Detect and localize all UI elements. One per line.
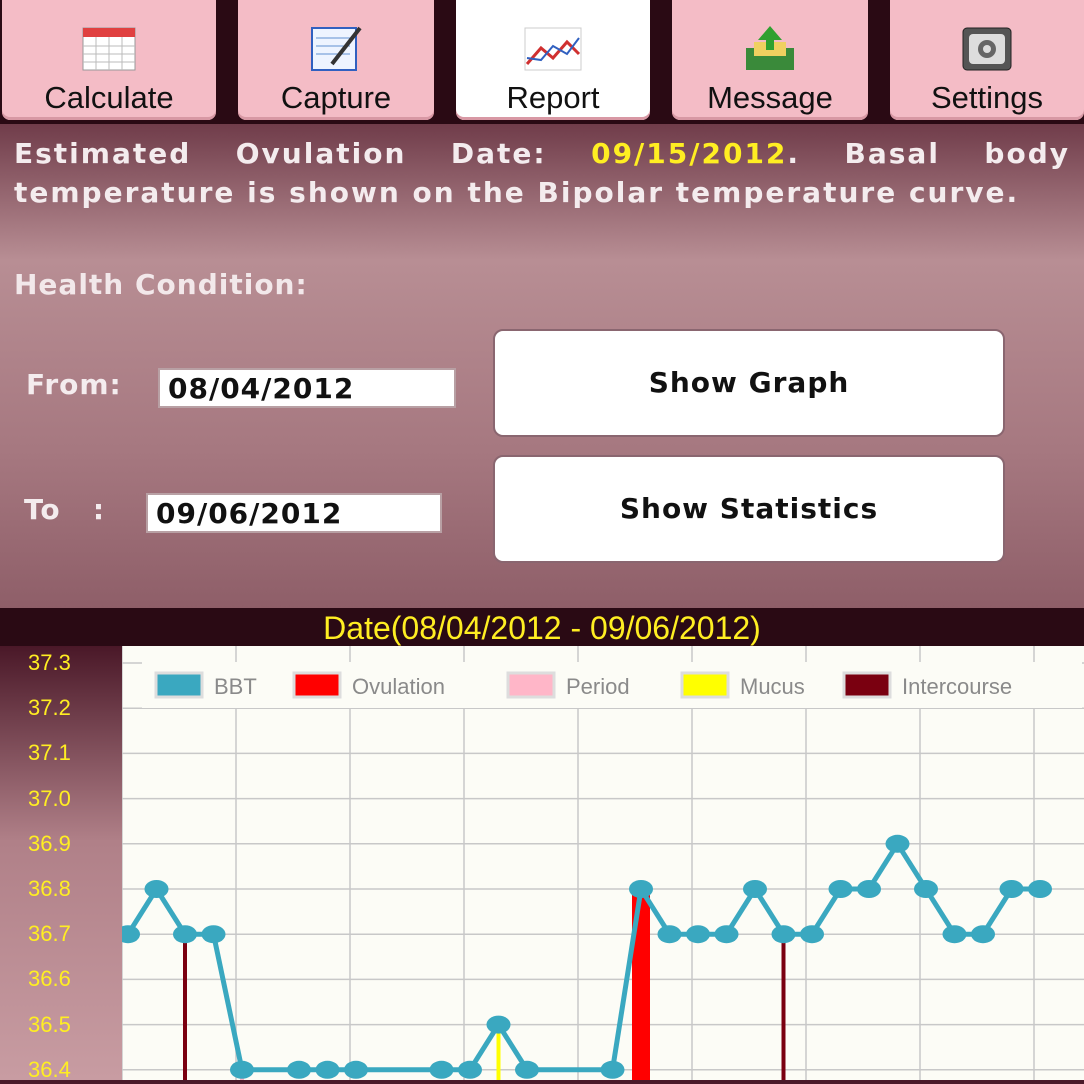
tab-report[interactable]: Report [456, 0, 650, 120]
health-condition-label: Health Condition: [14, 268, 308, 301]
y-tick-label: 36.7 [28, 921, 71, 947]
legend-swatch-intercourse [842, 671, 892, 699]
tab-bar: Calculate Capture Report Message Setting… [0, 0, 1084, 124]
marker-intercourse [781, 934, 786, 1080]
bbt-point [914, 880, 938, 898]
tab-settings[interactable]: Settings [890, 0, 1084, 120]
ovulation-info-text: Estimated Ovulation Date: 09/15/2012. Ba… [14, 134, 1070, 212]
bbt-point [657, 925, 682, 944]
legend-label-mucus: Mucus [740, 674, 805, 699]
bbt-point [1028, 880, 1052, 898]
show-graph-button[interactable]: Show Graph [493, 329, 1005, 437]
bbt-point [828, 880, 853, 898]
bbt-point [144, 880, 169, 898]
legend-label-bbt: BBT [214, 674, 257, 699]
y-tick-label: 36.9 [28, 830, 71, 856]
bbt-point [344, 1060, 368, 1079]
bbt-point [999, 880, 1024, 898]
to-label: To : [24, 493, 106, 526]
bbt-point [201, 925, 226, 944]
from-date-input[interactable] [158, 368, 456, 408]
tab-label: Capture [280, 80, 392, 115]
calendar-icon [82, 27, 136, 71]
y-tick-label: 36.6 [28, 966, 71, 992]
y-tick-label: 36.8 [28, 876, 71, 901]
tab-calculate[interactable]: Calculate [2, 0, 216, 120]
tab-label: Settings [930, 80, 1043, 115]
y-tick-label: 37.1 [28, 740, 71, 766]
bbt-point [771, 925, 796, 944]
marker-intercourse [183, 934, 187, 1080]
legend-swatch-bbt [154, 671, 204, 699]
legend-swatch-ovulation [292, 671, 342, 699]
notepad-pencil-icon [311, 26, 362, 71]
legend-swatch-mucus [680, 671, 730, 699]
legend-label-intercourse: Intercourse [902, 674, 1012, 699]
tab-capture[interactable]: Capture [238, 0, 434, 120]
inbox-upload-icon [746, 26, 794, 70]
chart-plot: BBT Ovulation Period Mucus Intercourse [116, 646, 1084, 1080]
bbt-point [287, 1060, 311, 1079]
legend-label-ovulation: Ovulation [352, 674, 445, 699]
to-date-input[interactable] [146, 493, 442, 533]
show-statistics-button[interactable]: Show Statistics [493, 455, 1005, 563]
y-axis: 37.3 37.2 37.1 37.0 36.9 36.8 36.7 36.6 36.5 36.4 [0, 646, 122, 1082]
tab-label: Calculate [44, 80, 174, 115]
tab-message[interactable]: Message [672, 0, 868, 120]
bbt-point [857, 880, 881, 898]
line-chart-icon [524, 27, 582, 71]
bbt-point [885, 834, 910, 853]
bbt-point [743, 880, 767, 898]
bbt-point [515, 1060, 539, 1079]
bbt-point [714, 925, 739, 944]
y-tick-label: 36.5 [28, 1011, 71, 1037]
info-prefix: Estimated Ovulation Date: [14, 137, 592, 170]
bbt-point [458, 1060, 482, 1079]
bbt-point [600, 1060, 625, 1079]
from-label: From: [26, 368, 122, 401]
bbt-point [315, 1060, 340, 1079]
tab-label: Message [707, 80, 833, 115]
legend-label-period: Period [566, 674, 630, 699]
bbt-point [116, 925, 140, 944]
y-tick-label: 36.4 [28, 1056, 71, 1082]
bbt-point [800, 925, 824, 944]
bbt-point [173, 925, 197, 944]
bbt-chart: BBT Ovulation Period Mucus Intercourse [116, 646, 1084, 1080]
chart-title: Date(08/04/2012 - 09/06/2012) [0, 608, 1084, 646]
gear-settings-icon [962, 27, 1012, 71]
bbt-point [230, 1060, 254, 1079]
legend-swatch-period [506, 671, 556, 699]
tab-label: Report [506, 80, 600, 115]
ovulation-date: 09/15/2012 [591, 137, 788, 170]
y-tick-label: 37.3 [28, 650, 71, 675]
bbt-point [429, 1060, 454, 1079]
bbt-point [686, 925, 710, 944]
bbt-point [971, 925, 995, 944]
bbt-point [486, 1015, 511, 1034]
y-tick-label: 37.2 [28, 695, 71, 721]
bbt-line-segment [211, 933, 245, 1071]
bbt-point [629, 880, 653, 898]
bbt-point [942, 925, 967, 944]
y-tick-label: 37.0 [28, 785, 71, 811]
